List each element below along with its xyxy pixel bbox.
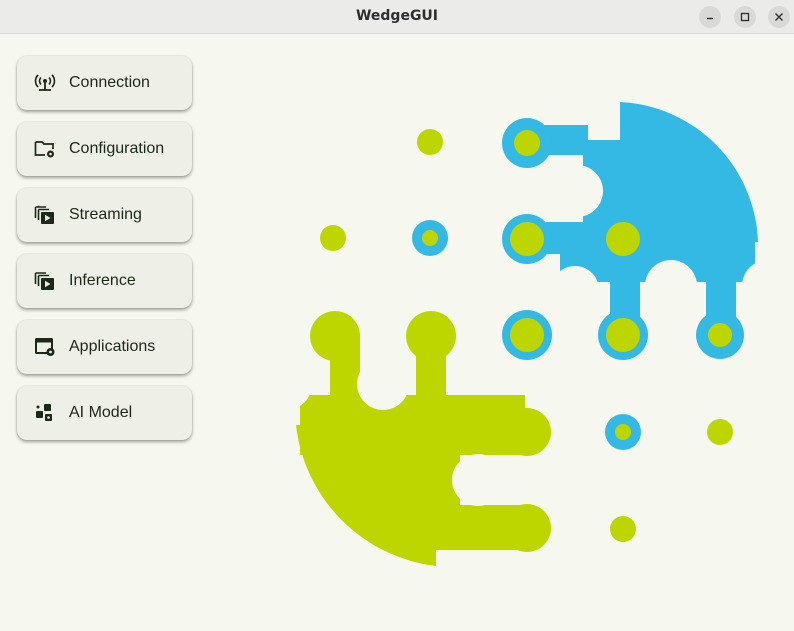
- antenna-icon: [34, 73, 56, 93]
- model-blocks-icon: [34, 403, 56, 423]
- sidebar: Connection Configuration Streaming Infer…: [17, 56, 192, 452]
- ai-model-button[interactable]: AI Model: [17, 386, 192, 440]
- window-gear-icon: [34, 337, 56, 357]
- title-bar: WedgeGUI: [0, 0, 794, 34]
- video-library-icon: [34, 271, 56, 291]
- inference-label: Inference: [69, 272, 136, 289]
- streaming-label: Streaming: [69, 206, 142, 223]
- minimize-button[interactable]: [699, 6, 721, 28]
- configuration-button[interactable]: Configuration: [17, 122, 192, 176]
- maximize-button[interactable]: [734, 6, 756, 28]
- connection-label: Connection: [69, 74, 150, 91]
- window-title: WedgeGUI: [355, 8, 439, 24]
- connection-button[interactable]: Connection: [17, 56, 192, 110]
- applications-label: Applications: [69, 338, 156, 355]
- streaming-button[interactable]: Streaming: [17, 188, 192, 242]
- applications-button[interactable]: Applications: [17, 320, 192, 374]
- close-icon: [775, 13, 783, 21]
- close-button[interactable]: [768, 6, 790, 28]
- ai-model-label: AI Model: [69, 404, 133, 421]
- maximize-icon: [740, 12, 750, 22]
- video-library-icon: [34, 205, 56, 225]
- folder-gear-icon: [34, 139, 56, 159]
- configuration-label: Configuration: [69, 140, 165, 157]
- inference-button[interactable]: Inference: [17, 254, 192, 308]
- minimize-icon: [707, 17, 713, 20]
- wedge-logo: [290, 102, 770, 566]
